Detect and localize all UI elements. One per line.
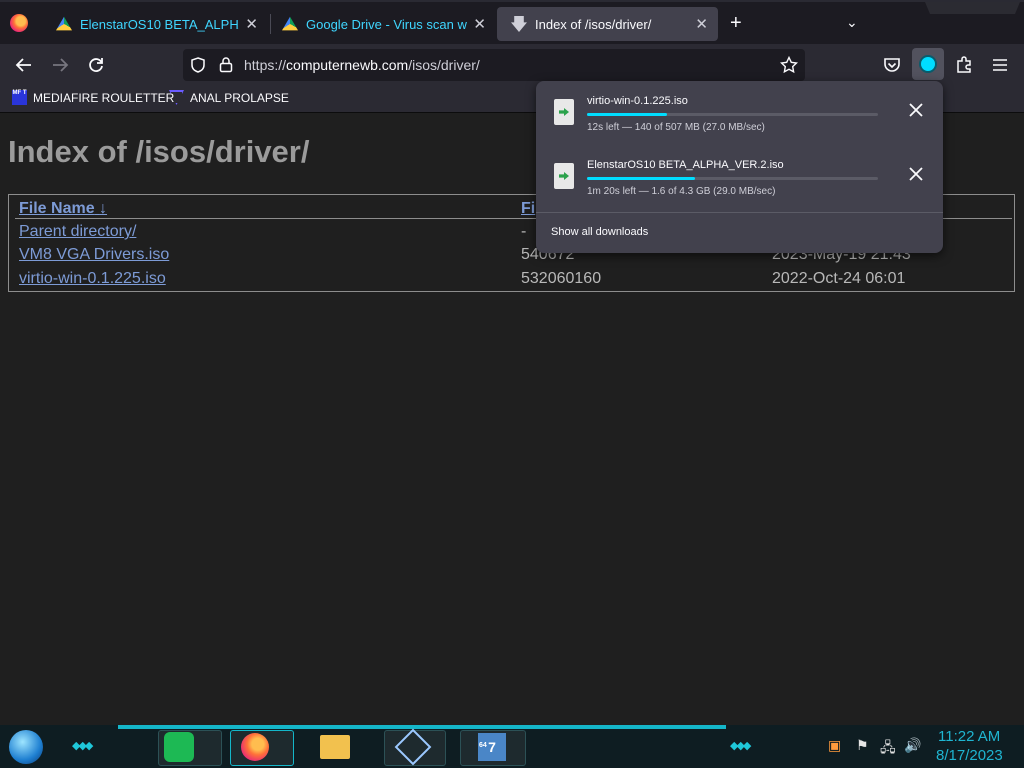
w7-badge: 64	[479, 742, 487, 749]
firefox-icon	[241, 733, 269, 761]
window-title-ornament	[925, 2, 1020, 14]
cancel-download-button[interactable]	[906, 101, 926, 121]
google-drive-icon	[56, 16, 72, 31]
extensions-button[interactable]	[952, 53, 976, 77]
start-orb-icon[interactable]	[9, 730, 43, 764]
tab-index-of-isos-driver[interactable]: Index of /isos/driver/ ✕	[497, 7, 718, 41]
file-date: 2022-Oct-24 06:01	[772, 270, 906, 287]
column-header-file-size[interactable]: Fi	[521, 200, 535, 218]
download-status: 1m 20s left — 1.6 of 4.3 GB (29.0 MB/sec…	[587, 186, 776, 197]
file-size: 532060160	[521, 270, 602, 287]
reload-icon	[89, 58, 103, 72]
file-size: -	[521, 223, 527, 240]
file-link-vm8-vga-drivers[interactable]: VM8 VGA Drivers.iso	[19, 246, 169, 264]
download-progress-fill	[587, 113, 668, 116]
downloads-progress-icon	[919, 55, 937, 73]
chevron-decoration-icon: ◆◆◆	[730, 740, 751, 752]
list-all-tabs-button[interactable]: ⌄	[846, 14, 858, 31]
hamburger-icon	[993, 59, 1007, 71]
pocket-icon	[884, 58, 900, 72]
download-progress-bar	[587, 177, 878, 180]
download-icon	[511, 16, 527, 32]
download-item-elenstaros10[interactable]: ElenstarOS10 BETA_ALPHA_VER.2.iso 1m 20s…	[550, 157, 930, 201]
virtualbox-taskbar-button[interactable]	[394, 728, 432, 766]
google-drive-icon	[282, 16, 298, 31]
tab-title: ElenstarOS10 BETA_ALPHA_VER	[80, 16, 239, 32]
file-icon	[554, 99, 574, 125]
url-bar[interactable]: https://computernewb.com/isos/driver/	[183, 49, 805, 81]
bookmark-mediafire-rouletter[interactable]: MF T MEDIAFIRE ROULETTER	[12, 90, 174, 105]
download-filename: virtio-win-0.1.225.iso	[587, 95, 688, 107]
tab-title: Google Drive - Virus scan warni	[306, 16, 467, 32]
download-item-virtio-win[interactable]: virtio-win-0.1.225.iso 12s left — 140 of…	[550, 93, 930, 137]
tab-title: Index of /isos/driver/	[535, 16, 652, 32]
bookmark-label: ANAL PROLAPSE	[190, 90, 289, 105]
sort-arrow-icon: ↓	[99, 200, 108, 217]
bookmark-anal-prolapse[interactable]: ANAL PROLAPSE	[169, 90, 289, 105]
tab-close-icon[interactable]: ✕	[695, 15, 708, 33]
lock-icon[interactable]	[218, 56, 234, 73]
pocket-button[interactable]	[880, 53, 904, 77]
download-status: 12s left — 140 of 507 MB (27.0 MB/sec)	[587, 122, 765, 133]
menu-button[interactable]	[988, 53, 1012, 77]
tab-close-icon[interactable]: ✕	[473, 15, 486, 33]
url-text[interactable]: https://computernewb.com/isos/driver/	[244, 57, 480, 73]
cancel-download-button[interactable]	[906, 165, 926, 185]
volume-icon[interactable]: 🔊	[904, 737, 921, 754]
panel-divider	[536, 212, 943, 213]
new-tab-button[interactable]: +	[730, 12, 742, 35]
close-icon	[909, 103, 923, 117]
bookmark-star-icon[interactable]	[780, 56, 798, 74]
url-scheme: https://	[244, 57, 287, 73]
clock-time[interactable]: 11:22 AM	[938, 728, 1000, 745]
w7-label: 7	[488, 739, 496, 755]
network-icon[interactable]: 🖧	[880, 737, 896, 761]
show-all-downloads-button[interactable]: Show all downloads	[551, 226, 648, 238]
tab-strip: ElenstarOS10 BETA_ALPHA_VER ✕ Google Dri…	[0, 0, 1024, 46]
file-explorer-taskbar-button[interactable]	[318, 730, 352, 764]
back-arrow-icon	[15, 58, 31, 72]
taskbar-accent-strip	[118, 725, 726, 729]
file-link-parent-directory[interactable]: Parent directory/	[19, 223, 136, 241]
downloads-button[interactable]	[912, 48, 944, 80]
forward-arrow-icon	[53, 58, 69, 72]
file-explorer-icon	[320, 735, 350, 759]
windows7-vm-taskbar-button[interactable]: 64 7	[475, 730, 509, 764]
download-progress-fill	[587, 177, 696, 180]
spotify-icon	[164, 732, 194, 762]
spotify-taskbar-button[interactable]	[162, 730, 196, 764]
tab-google-drive[interactable]: Google Drive - Virus scan warni ✕	[268, 7, 496, 41]
bookmark-site-icon	[169, 90, 184, 105]
file-link-virtio-win[interactable]: virtio-win-0.1.225.iso	[19, 270, 166, 288]
action-center-flag-icon[interactable]: ⚑	[856, 737, 869, 754]
close-icon	[909, 167, 923, 181]
windows7-64-icon: 64 7	[478, 733, 506, 761]
puzzle-icon	[957, 56, 971, 73]
firefox-logo-icon[interactable]	[10, 14, 28, 32]
back-button[interactable]	[12, 53, 36, 77]
tray-app-icon[interactable]: ▣	[828, 737, 841, 754]
taskbar: ◆◆◆ ◆◆◆ 64 7 ▣ ⚑ 🖧 🔊 11:22 AM 8/17/2023	[0, 725, 1024, 768]
bookmark-label: MEDIAFIRE ROULETTER	[33, 90, 175, 105]
forward-button[interactable]	[48, 53, 72, 77]
reload-button[interactable]	[84, 53, 108, 77]
column-header-file-name[interactable]: File Name ↓	[19, 200, 107, 218]
download-filename: ElenstarOS10 BETA_ALPHA_VER.2.iso	[587, 159, 784, 171]
file-icon	[554, 163, 574, 189]
tab-elenstar[interactable]: ElenstarOS10 BETA_ALPHA_VER ✕	[42, 7, 268, 41]
url-host: computernewb.com	[286, 57, 409, 73]
clock-date[interactable]: 8/17/2023	[936, 747, 1003, 764]
firefox-taskbar-button[interactable]	[238, 730, 272, 764]
tab-close-icon[interactable]: ✕	[245, 15, 258, 33]
navigation-toolbar: https://computernewb.com/isos/driver/	[0, 44, 1024, 86]
page-title: Index of /isos/driver/	[8, 134, 310, 169]
mediafire-icon: MF T	[12, 90, 27, 105]
virtualbox-icon	[394, 728, 432, 766]
url-path: /isos/driver/	[408, 57, 480, 73]
shield-icon[interactable]	[190, 57, 206, 73]
chevron-decoration-icon: ◆◆◆	[72, 740, 93, 752]
downloads-panel: virtio-win-0.1.225.iso 12s left — 140 of…	[536, 81, 943, 253]
column-header-label: File Name	[19, 200, 95, 217]
download-progress-bar	[587, 113, 878, 116]
